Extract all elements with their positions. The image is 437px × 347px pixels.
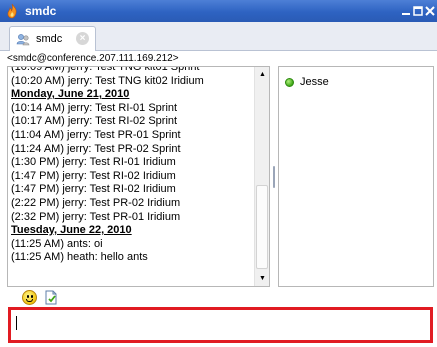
pane-splitter[interactable] [270,66,278,287]
occupant-list: Jesse [278,66,434,287]
smiley-icon[interactable] [22,290,37,305]
chat-message: (11:24 AM) jerry: Test PR-02 Sprint [11,142,181,155]
close-button[interactable] [423,2,437,20]
tab-smdc[interactable]: smdc × [9,26,96,51]
splitter-grip[interactable] [273,166,275,188]
chat-message: (10:14 AM) jerry: Test RI-01 Sprint [11,101,178,114]
room-address: <smdc@conference.207.111.169.212> [7,53,179,64]
chat-message: (11:25 AM) heath: hello ants [11,251,148,264]
window-title: smdc [25,4,57,18]
smiley-eye [31,295,33,298]
chat-message: (10:09 AM) jerry: Test TNG kit01 Sprint [11,66,200,73]
flame-icon [4,3,20,19]
transcript-scrollbar[interactable]: ▲ ▼ [254,67,269,286]
chat-message: (2:32 PM) jerry: Test PR-01 Iridium [11,210,181,223]
chat-message: (1:47 PM) jerry: Test RI-02 Iridium [11,183,176,196]
available-status-icon [285,77,294,87]
chat-message: (1:30 PM) jerry: Test RI-01 Iridium [11,156,176,169]
chat-transcript[interactable]: (10:09 AM) jerry: Test TNG kit01 Sprint(… [7,66,270,287]
chat-message: (1:47 PM) jerry: Test RI-02 Iridium [11,169,176,182]
scroll-up-icon[interactable]: ▲ [255,67,269,82]
chat-room-icon [15,31,31,47]
message-input[interactable] [8,307,433,343]
occupant-item[interactable]: Jesse [285,76,329,88]
text-caret [16,316,17,330]
title-bar: smdc [0,0,437,22]
chat-message: (2:22 PM) jerry: Test PR-02 Iridium [11,196,181,209]
file-transfer-icon[interactable] [44,290,58,305]
date-separator: Tuesday, June 22, 2010 [11,224,132,237]
smiley-eye [27,295,29,298]
scroll-thumb[interactable] [256,185,268,269]
chat-message: (11:25 AM) ants: oi [11,237,103,250]
transcript-lines: (10:09 AM) jerry: Test TNG kit01 Sprint(… [11,66,253,265]
tab-label: smdc [36,33,63,45]
chat-message: (10:20 AM) jerry: Test TNG kit02 Iridium [11,74,204,87]
scroll-down-icon[interactable]: ▼ [255,271,269,286]
tab-close-icon[interactable]: × [76,32,89,45]
occupant-name: Jesse [300,76,329,88]
smiley-mouth [26,299,33,302]
tab-strip: smdc × [0,22,437,51]
composer-toolbar [0,288,437,307]
date-separator: Monday, June 21, 2010 [11,88,130,101]
chat-message: (11:04 AM) jerry: Test PR-01 Sprint [11,128,181,141]
chat-message: (10:17 AM) jerry: Test RI-02 Sprint [11,115,178,128]
